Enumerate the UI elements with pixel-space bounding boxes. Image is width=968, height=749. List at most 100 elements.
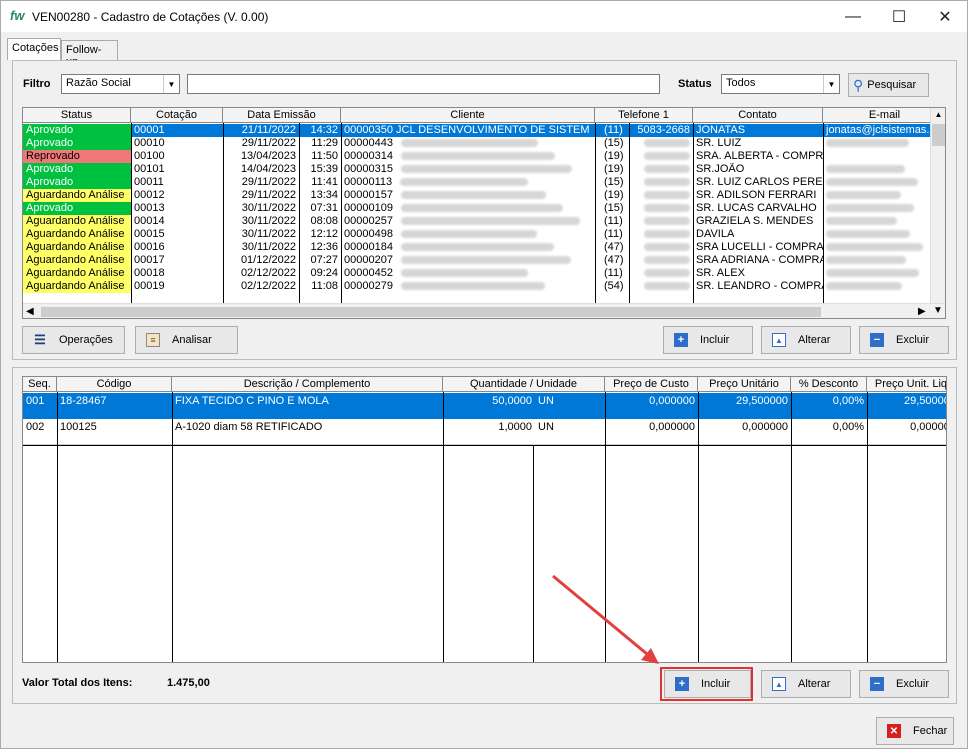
column-header[interactable]: Preço de Custo <box>605 377 698 392</box>
scroll-right-icon[interactable]: ▶ <box>918 306 926 317</box>
table-row[interactable]: Aprovado 00001 21/11/2022 14:32 00000350 JCL… <box>23 124 945 137</box>
time-cell: 13:34 <box>310 189 338 201</box>
column-header[interactable]: Cliente <box>341 108 595 123</box>
scroll-left-icon[interactable]: ◀ <box>26 306 34 317</box>
column-header[interactable]: Telefone 1 <box>595 108 693 123</box>
quote-excluir-button[interactable]: − Excluir <box>859 326 949 354</box>
cotacao-cell: 00019 <box>134 280 165 292</box>
column-header[interactable]: Quantidade / Unidade <box>443 377 605 392</box>
quote-incluir-button[interactable]: + Incluir <box>663 326 753 354</box>
column-divider <box>299 123 300 303</box>
client-cell: 00000350 JCL DESENVOLVIMENTO DE SISTEM <box>344 124 590 136</box>
client-cell: 00000443 <box>341 137 595 150</box>
status-select[interactable]: Todos ▼ <box>721 74 840 94</box>
table-row[interactable]: Aguardando Análise 00015 30/11/2022 12:12 00… <box>23 228 945 241</box>
client-cell: 00000498 <box>341 228 595 241</box>
time-cell: 07:31 <box>310 202 338 214</box>
custo-cell: 0,000000 <box>649 421 695 433</box>
status-label: Status <box>678 78 712 90</box>
client-cell: 00000314 <box>341 150 595 163</box>
column-header[interactable]: Cotação <box>131 108 223 123</box>
analisar-button[interactable]: ≡ Analisar <box>135 326 238 354</box>
table-row[interactable]: Aguardando Análise 00012 29/11/2022 13:34 00… <box>23 189 945 202</box>
scroll-thumb[interactable] <box>932 124 945 146</box>
close-window-button[interactable]: ✕ <box>922 1 968 32</box>
scroll-down-icon[interactable]: ▼ <box>933 305 943 316</box>
cotacao-cell: 00014 <box>134 215 165 227</box>
phone-cell <box>631 254 693 267</box>
plus-icon: + <box>674 333 688 347</box>
time-cell: 12:36 <box>310 241 338 253</box>
descricao-cell: A-1020 diam 58 RETIFICADO <box>175 421 323 433</box>
redacted-text <box>400 256 571 265</box>
minimize-button[interactable]: — <box>830 1 876 32</box>
redacted-text <box>826 282 902 291</box>
table-row[interactable]: Aguardando Análise 00017 01/12/2022 07:27 00… <box>23 254 945 267</box>
status-cell: Aprovado <box>23 163 131 176</box>
cotacao-cell: 00001 <box>134 124 165 136</box>
fechar-button[interactable]: ✕ Fechar <box>876 717 954 745</box>
date-cell: 30/11/2022 <box>241 241 296 253</box>
column-header[interactable]: E-mail <box>823 108 945 123</box>
minus-icon: − <box>870 677 884 691</box>
cotacao-cell: 00015 <box>134 228 165 240</box>
search-button[interactable]: ⚲ Pesquisar <box>848 73 929 97</box>
redacted-text <box>644 204 690 213</box>
item-excluir-button[interactable]: − Excluir <box>859 670 949 698</box>
status-cell: Aprovado <box>23 124 131 137</box>
quote-alterar-button[interactable]: ▲ Alterar <box>761 326 851 354</box>
redacted-text <box>400 217 580 226</box>
table-row[interactable]: Aprovado 00011 29/11/2022 11:41 00000113 (15)… <box>23 176 945 189</box>
column-header[interactable]: % Desconto <box>791 377 867 392</box>
table-row[interactable]: Aprovado 00010 29/11/2022 11:29 00000443 (15)… <box>23 137 945 150</box>
contact-cell: SR. LUIZ CARLOS PERE <box>696 176 823 188</box>
horizontal-scrollbar[interactable]: ◀ ▶ ▼ <box>23 303 945 318</box>
maximize-button[interactable]: ☐ <box>876 1 922 32</box>
column-header[interactable]: Preço Unitário <box>698 377 791 392</box>
quantidade-cell: 50,0000 <box>492 395 532 407</box>
redacted-text <box>400 230 537 239</box>
table-row[interactable]: Aprovado 00101 14/04/2023 15:39 00000315 (19)… <box>23 163 945 176</box>
column-header[interactable]: Status <box>23 108 131 123</box>
column-header[interactable]: Código <box>57 377 172 392</box>
column-header[interactable]: Preço Unit. Liq. <box>867 377 946 392</box>
cotacao-cell: 00013 <box>134 202 165 214</box>
column-divider <box>791 392 792 662</box>
table-row[interactable]: Reprovado 00100 13/04/2023 11:50 00000314 (19… <box>23 150 945 163</box>
phone-cell <box>631 267 693 280</box>
table-row[interactable]: Aguardando Análise 00018 02/12/2022 09:24 00… <box>23 267 945 280</box>
table-row[interactable]: Aguardando Análise 00016 30/11/2022 12:36 00… <box>23 241 945 254</box>
ddd-cell: (19) <box>604 189 624 201</box>
tab-cotacoes[interactable]: Cotações <box>7 38 61 60</box>
minus-icon: − <box>870 333 884 347</box>
redacted-text <box>400 204 563 213</box>
table-row[interactable]: 001 18-28467 FIXA TECIDO C PINO E MOLA 50,0… <box>23 393 946 419</box>
total-value: 1.475,00 <box>167 677 210 689</box>
table-row[interactable]: Aguardando Análise 00019 02/12/2022 11:08 00… <box>23 280 945 293</box>
scroll-thumb[interactable] <box>41 307 821 317</box>
filter-field-select[interactable]: Razão Social ▼ <box>61 74 180 94</box>
item-alterar-button[interactable]: ▲ Alterar <box>761 670 851 698</box>
operacoes-button[interactable]: ☰ Operações <box>22 326 125 354</box>
column-header[interactable]: Seq. <box>23 377 57 392</box>
table-row[interactable]: 002 100125 A-1020 diam 58 RETIFICADO 1,0000… <box>23 419 946 445</box>
unitario-cell: 0,000000 <box>742 421 788 433</box>
client-cell: 00000157 <box>341 189 595 202</box>
scroll-up-icon[interactable]: ▲ <box>932 110 945 122</box>
contact-cell: SR.JOÃO <box>696 163 745 175</box>
column-header[interactable]: Contato <box>693 108 823 123</box>
filter-text-input[interactable] <box>187 74 660 94</box>
email-cell <box>823 215 933 228</box>
time-cell: 15:39 <box>310 163 338 175</box>
filter-field-value: Razão Social <box>66 77 131 89</box>
tab-follow-up[interactable]: Follow-up <box>61 40 118 68</box>
email-cell <box>823 241 933 254</box>
column-header[interactable]: Descrição / Complemento <box>172 377 443 392</box>
table-row[interactable]: Aprovado 00013 30/11/2022 07:31 00000109 (15)… <box>23 202 945 215</box>
column-header[interactable]: Data Emissão <box>223 108 341 123</box>
status-cell: Aguardando Análise <box>23 215 131 228</box>
magnifier-icon: ⚲ <box>853 76 864 93</box>
table-row[interactable]: Aguardando Análise 00014 30/11/2022 08:08 00… <box>23 215 945 228</box>
window-title: VEN00280 - Cadastro de Cotações (V. 0.00… <box>32 10 269 24</box>
seq-cell: 002 <box>26 421 45 433</box>
